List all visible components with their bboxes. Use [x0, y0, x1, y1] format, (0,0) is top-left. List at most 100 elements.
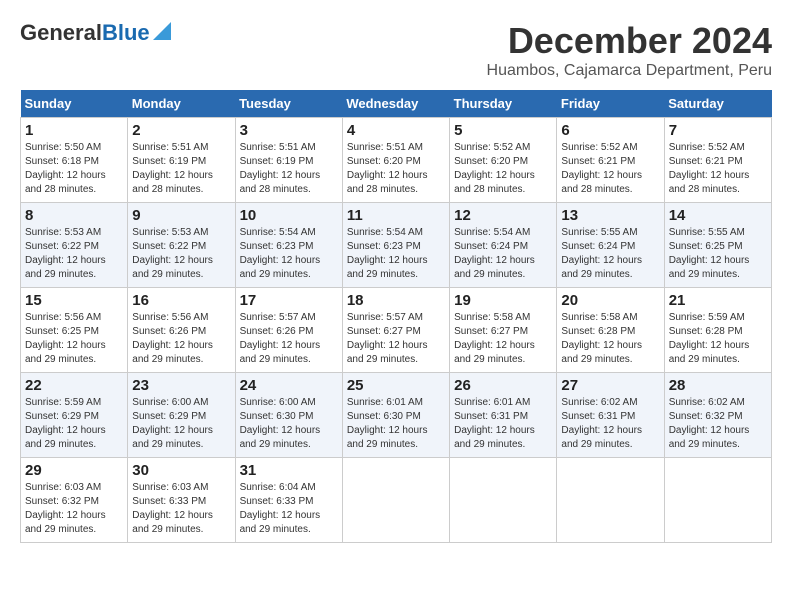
day-number: 10	[240, 207, 338, 224]
day-number: 6	[561, 122, 659, 139]
logo-icon	[153, 22, 171, 40]
calendar-header-row: SundayMondayTuesdayWednesdayThursdayFrid…	[21, 90, 772, 118]
calendar-cell: 25 Sunrise: 6:01 AM Sunset: 6:30 PM Dayli…	[342, 373, 449, 458]
day-info: Sunrise: 5:53 AM Sunset: 6:22 PM Dayligh…	[25, 226, 123, 282]
header: GeneralBlue December 2024 Huambos, Cajam…	[20, 20, 772, 80]
day-info: Sunrise: 5:54 AM Sunset: 6:24 PM Dayligh…	[454, 226, 552, 282]
calendar-cell: 10 Sunrise: 5:54 AM Sunset: 6:23 PM Dayli…	[235, 203, 342, 288]
calendar-week-row: 15 Sunrise: 5:56 AM Sunset: 6:25 PM Dayli…	[21, 288, 772, 373]
day-number: 15	[25, 292, 123, 309]
day-info: Sunrise: 6:01 AM Sunset: 6:31 PM Dayligh…	[454, 396, 552, 452]
day-header-thursday: Thursday	[450, 90, 557, 118]
day-number: 16	[132, 292, 230, 309]
day-info: Sunrise: 6:00 AM Sunset: 6:30 PM Dayligh…	[240, 396, 338, 452]
calendar-cell: 31 Sunrise: 6:04 AM Sunset: 6:33 PM Dayli…	[235, 458, 342, 543]
day-number: 5	[454, 122, 552, 139]
day-number: 3	[240, 122, 338, 139]
day-info: Sunrise: 5:50 AM Sunset: 6:18 PM Dayligh…	[25, 141, 123, 197]
day-info: Sunrise: 5:56 AM Sunset: 6:25 PM Dayligh…	[25, 311, 123, 367]
calendar-cell	[557, 458, 664, 543]
location-title: Huambos, Cajamarca Department, Peru	[487, 62, 772, 80]
calendar-cell: 20 Sunrise: 5:58 AM Sunset: 6:28 PM Dayli…	[557, 288, 664, 373]
day-info: Sunrise: 5:51 AM Sunset: 6:19 PM Dayligh…	[240, 141, 338, 197]
day-info: Sunrise: 6:01 AM Sunset: 6:30 PM Dayligh…	[347, 396, 445, 452]
day-info: Sunrise: 6:03 AM Sunset: 6:33 PM Dayligh…	[132, 481, 230, 537]
day-info: Sunrise: 5:59 AM Sunset: 6:29 PM Dayligh…	[25, 396, 123, 452]
calendar-cell: 13 Sunrise: 5:55 AM Sunset: 6:24 PM Dayli…	[557, 203, 664, 288]
calendar-cell: 3 Sunrise: 5:51 AM Sunset: 6:19 PM Daylig…	[235, 118, 342, 203]
calendar-cell: 19Sunrise: 5:58 AM Sunset: 6:27 PM Dayli…	[450, 288, 557, 373]
day-header-friday: Friday	[557, 90, 664, 118]
day-number: 30	[132, 462, 230, 479]
day-info: Sunrise: 5:55 AM Sunset: 6:25 PM Dayligh…	[669, 226, 767, 282]
calendar-cell: 15 Sunrise: 5:56 AM Sunset: 6:25 PM Dayli…	[21, 288, 128, 373]
calendar-cell: 22 Sunrise: 5:59 AM Sunset: 6:29 PM Dayli…	[21, 373, 128, 458]
day-header-monday: Monday	[128, 90, 235, 118]
day-info: Sunrise: 5:58 AM Sunset: 6:28 PM Dayligh…	[561, 311, 659, 367]
day-number: 21	[669, 292, 767, 309]
day-info: Sunrise: 5:57 AM Sunset: 6:26 PM Dayligh…	[240, 311, 338, 367]
day-info: Sunrise: 5:54 AM Sunset: 6:23 PM Dayligh…	[240, 226, 338, 282]
calendar-week-row: 1 Sunrise: 5:50 AM Sunset: 6:18 PM Daylig…	[21, 118, 772, 203]
day-info: Sunrise: 5:58 AM Sunset: 6:27 PM Dayligh…	[454, 311, 552, 367]
day-info: Sunrise: 6:02 AM Sunset: 6:32 PM Dayligh…	[669, 396, 767, 452]
day-number: 14	[669, 207, 767, 224]
calendar-cell: 28 Sunrise: 6:02 AM Sunset: 6:32 PM Dayli…	[664, 373, 771, 458]
calendar-cell: 27 Sunrise: 6:02 AM Sunset: 6:31 PM Dayli…	[557, 373, 664, 458]
calendar-week-row: 29 Sunrise: 6:03 AM Sunset: 6:32 PM Dayli…	[21, 458, 772, 543]
day-number: 20	[561, 292, 659, 309]
day-number: 1	[25, 122, 123, 139]
day-number: 25	[347, 377, 445, 394]
day-header-tuesday: Tuesday	[235, 90, 342, 118]
day-number: 28	[669, 377, 767, 394]
calendar-body: 1 Sunrise: 5:50 AM Sunset: 6:18 PM Daylig…	[21, 118, 772, 543]
logo-blue-text: Blue	[102, 20, 150, 46]
calendar-cell	[664, 458, 771, 543]
day-number: 23	[132, 377, 230, 394]
calendar-week-row: 8 Sunrise: 5:53 AM Sunset: 6:22 PM Daylig…	[21, 203, 772, 288]
day-info: Sunrise: 5:51 AM Sunset: 6:19 PM Dayligh…	[132, 141, 230, 197]
day-number: 22	[25, 377, 123, 394]
calendar-cell: 6Sunrise: 5:52 AM Sunset: 6:21 PM Daylig…	[557, 118, 664, 203]
calendar-cell: 14 Sunrise: 5:55 AM Sunset: 6:25 PM Dayli…	[664, 203, 771, 288]
calendar-week-row: 22 Sunrise: 5:59 AM Sunset: 6:29 PM Dayli…	[21, 373, 772, 458]
day-info: Sunrise: 5:53 AM Sunset: 6:22 PM Dayligh…	[132, 226, 230, 282]
calendar-cell: 29 Sunrise: 6:03 AM Sunset: 6:32 PM Dayli…	[21, 458, 128, 543]
calendar-cell: 16Sunrise: 5:56 AM Sunset: 6:26 PM Dayli…	[128, 288, 235, 373]
day-info: Sunrise: 6:02 AM Sunset: 6:31 PM Dayligh…	[561, 396, 659, 452]
calendar-cell: 12 Sunrise: 5:54 AM Sunset: 6:24 PM Dayli…	[450, 203, 557, 288]
day-number: 13	[561, 207, 659, 224]
day-info: Sunrise: 6:00 AM Sunset: 6:29 PM Dayligh…	[132, 396, 230, 452]
calendar-cell: 7Sunrise: 5:52 AM Sunset: 6:21 PM Daylig…	[664, 118, 771, 203]
day-number: 11	[347, 207, 445, 224]
day-number: 31	[240, 462, 338, 479]
day-number: 9	[132, 207, 230, 224]
calendar-cell: 26Sunrise: 6:01 AM Sunset: 6:31 PM Dayli…	[450, 373, 557, 458]
calendar-cell: 8 Sunrise: 5:53 AM Sunset: 6:22 PM Daylig…	[21, 203, 128, 288]
day-info: Sunrise: 5:55 AM Sunset: 6:24 PM Dayligh…	[561, 226, 659, 282]
calendar-cell: 17 Sunrise: 5:57 AM Sunset: 6:26 PM Dayli…	[235, 288, 342, 373]
day-number: 27	[561, 377, 659, 394]
calendar-cell: 5Sunrise: 5:52 AM Sunset: 6:20 PM Daylig…	[450, 118, 557, 203]
logo-general-text: General	[20, 20, 102, 46]
logo: GeneralBlue	[20, 20, 171, 46]
day-number: 29	[25, 462, 123, 479]
calendar-cell: 24Sunrise: 6:00 AM Sunset: 6:30 PM Dayli…	[235, 373, 342, 458]
calendar-cell: 9 Sunrise: 5:53 AM Sunset: 6:22 PM Daylig…	[128, 203, 235, 288]
day-info: Sunrise: 6:03 AM Sunset: 6:32 PM Dayligh…	[25, 481, 123, 537]
day-info: Sunrise: 6:04 AM Sunset: 6:33 PM Dayligh…	[240, 481, 338, 537]
calendar-cell: 18Sunrise: 5:57 AM Sunset: 6:27 PM Dayli…	[342, 288, 449, 373]
day-info: Sunrise: 5:51 AM Sunset: 6:20 PM Dayligh…	[347, 141, 445, 197]
day-info: Sunrise: 5:54 AM Sunset: 6:23 PM Dayligh…	[347, 226, 445, 282]
day-number: 8	[25, 207, 123, 224]
calendar-cell: 23 Sunrise: 6:00 AM Sunset: 6:29 PM Dayli…	[128, 373, 235, 458]
day-header-wednesday: Wednesday	[342, 90, 449, 118]
calendar-cell	[342, 458, 449, 543]
day-number: 17	[240, 292, 338, 309]
calendar-cell: 2Sunrise: 5:51 AM Sunset: 6:19 PM Daylig…	[128, 118, 235, 203]
day-number: 12	[454, 207, 552, 224]
day-header-sunday: Sunday	[21, 90, 128, 118]
calendar-cell: 11 Sunrise: 5:54 AM Sunset: 6:23 PM Dayli…	[342, 203, 449, 288]
calendar-cell: 21Sunrise: 5:59 AM Sunset: 6:28 PM Dayli…	[664, 288, 771, 373]
calendar-table: SundayMondayTuesdayWednesdayThursdayFrid…	[20, 90, 772, 543]
